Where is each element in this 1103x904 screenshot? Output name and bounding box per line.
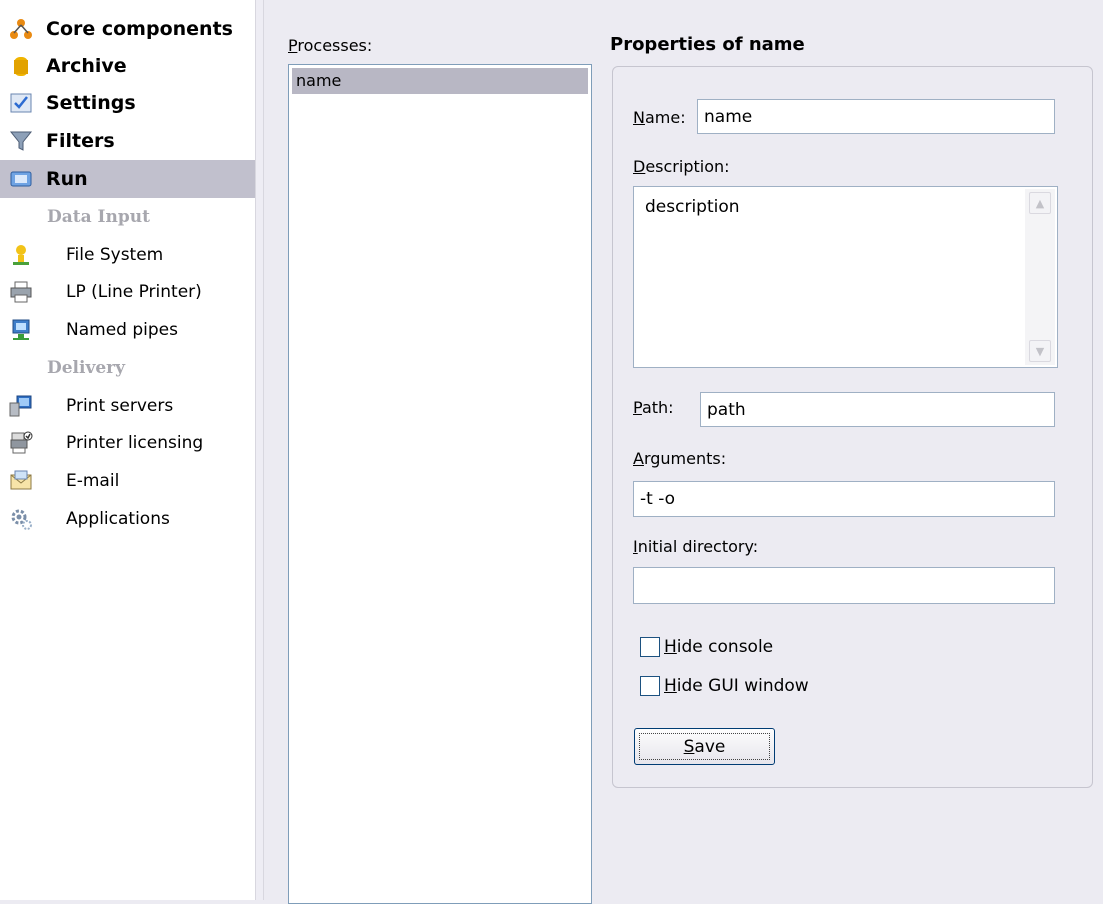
scroll-down-icon[interactable]: ▼ <box>1029 340 1051 362</box>
hide-console-checkbox[interactable] <box>640 637 660 657</box>
nav-item-email[interactable]: E-mail <box>0 462 255 500</box>
named-pipes-icon <box>8 317 34 343</box>
nav-item-filters[interactable]: Filters <box>0 122 255 160</box>
applications-icon <box>8 506 34 532</box>
hide-gui-window-label: Hide GUI window <box>664 676 809 696</box>
email-icon <box>8 468 34 494</box>
file-system-icon <box>8 242 34 268</box>
nav-item-settings[interactable]: Settings <box>0 84 255 122</box>
nav-item-applications[interactable]: Applications <box>0 500 255 538</box>
nav-label: Run <box>46 168 88 190</box>
nav-label: Applications <box>66 509 170 529</box>
description-scrollbar[interactable]: ▲ ▼ <box>1025 189 1055 365</box>
nav-item-print-servers[interactable]: Print servers <box>0 387 255 425</box>
section-title-delivery: Delivery <box>47 358 126 378</box>
nav-item-run[interactable]: Run <box>0 160 255 198</box>
hide-console-row[interactable]: Hide console <box>640 637 773 657</box>
nav-label: File System <box>66 245 164 265</box>
description-text: description <box>645 197 740 217</box>
nav-item-printer-licensing[interactable]: Printer licensing <box>0 424 255 462</box>
focus-rectangle <box>639 733 770 760</box>
description-textarea[interactable]: description ▲ ▼ <box>633 186 1058 368</box>
settings-icon <box>8 90 34 116</box>
nav-item-archive[interactable]: Archive <box>0 47 255 85</box>
properties-title: Properties of name <box>610 34 805 55</box>
section-title-data-input: Data Input <box>47 207 150 227</box>
description-label: Description: <box>633 157 730 176</box>
nav-label: Core components <box>46 18 233 40</box>
print-servers-icon <box>8 393 34 419</box>
initial-directory-input[interactable] <box>633 567 1055 604</box>
hide-console-label: Hide console <box>664 637 774 657</box>
nav-label: E-mail <box>66 471 120 491</box>
hide-gui-window-row[interactable]: Hide GUI window <box>640 676 809 696</box>
nav-label: Printer licensing <box>66 433 204 453</box>
processes-list[interactable]: name <box>288 64 592 904</box>
save-button[interactable]: Save <box>634 728 775 765</box>
core-components-icon <box>8 16 34 42</box>
nav-item-file-system[interactable]: File System <box>0 236 255 274</box>
nav-label: LP (Line Printer) <box>66 282 202 302</box>
filter-icon <box>8 128 34 154</box>
nav-label: Filters <box>46 130 115 152</box>
nav-item-core-components[interactable]: Core components <box>0 10 255 48</box>
name-input[interactable]: name <box>697 99 1055 134</box>
splitter-handle[interactable] <box>255 0 264 900</box>
hide-gui-window-checkbox[interactable] <box>640 676 660 696</box>
nav-label: Print servers <box>66 396 174 416</box>
name-field-label: Name: <box>633 108 686 127</box>
navigation-sidebar: Core components Archive Settings Filters… <box>0 0 255 900</box>
nav-item-named-pipes[interactable]: Named pipes <box>0 311 255 349</box>
list-item[interactable]: name <box>292 68 588 94</box>
printer-licensing-icon <box>8 430 34 456</box>
run-icon <box>8 166 34 192</box>
line-printer-icon <box>8 279 34 305</box>
nav-label: Settings <box>46 92 136 114</box>
nav-label: Named pipes <box>66 320 178 340</box>
initial-directory-label: Initial directory: <box>633 537 759 556</box>
nav-item-line-printer[interactable]: LP (Line Printer) <box>0 273 255 311</box>
path-label: Path: <box>633 398 674 417</box>
nav-label: Archive <box>46 55 127 77</box>
path-input[interactable]: path <box>700 392 1055 427</box>
arguments-input[interactable]: -t -o <box>633 481 1055 517</box>
processes-label: Processes: <box>288 36 373 55</box>
arguments-label: Arguments: <box>633 449 727 468</box>
scroll-up-icon[interactable]: ▲ <box>1029 192 1051 214</box>
archive-icon <box>8 53 34 79</box>
